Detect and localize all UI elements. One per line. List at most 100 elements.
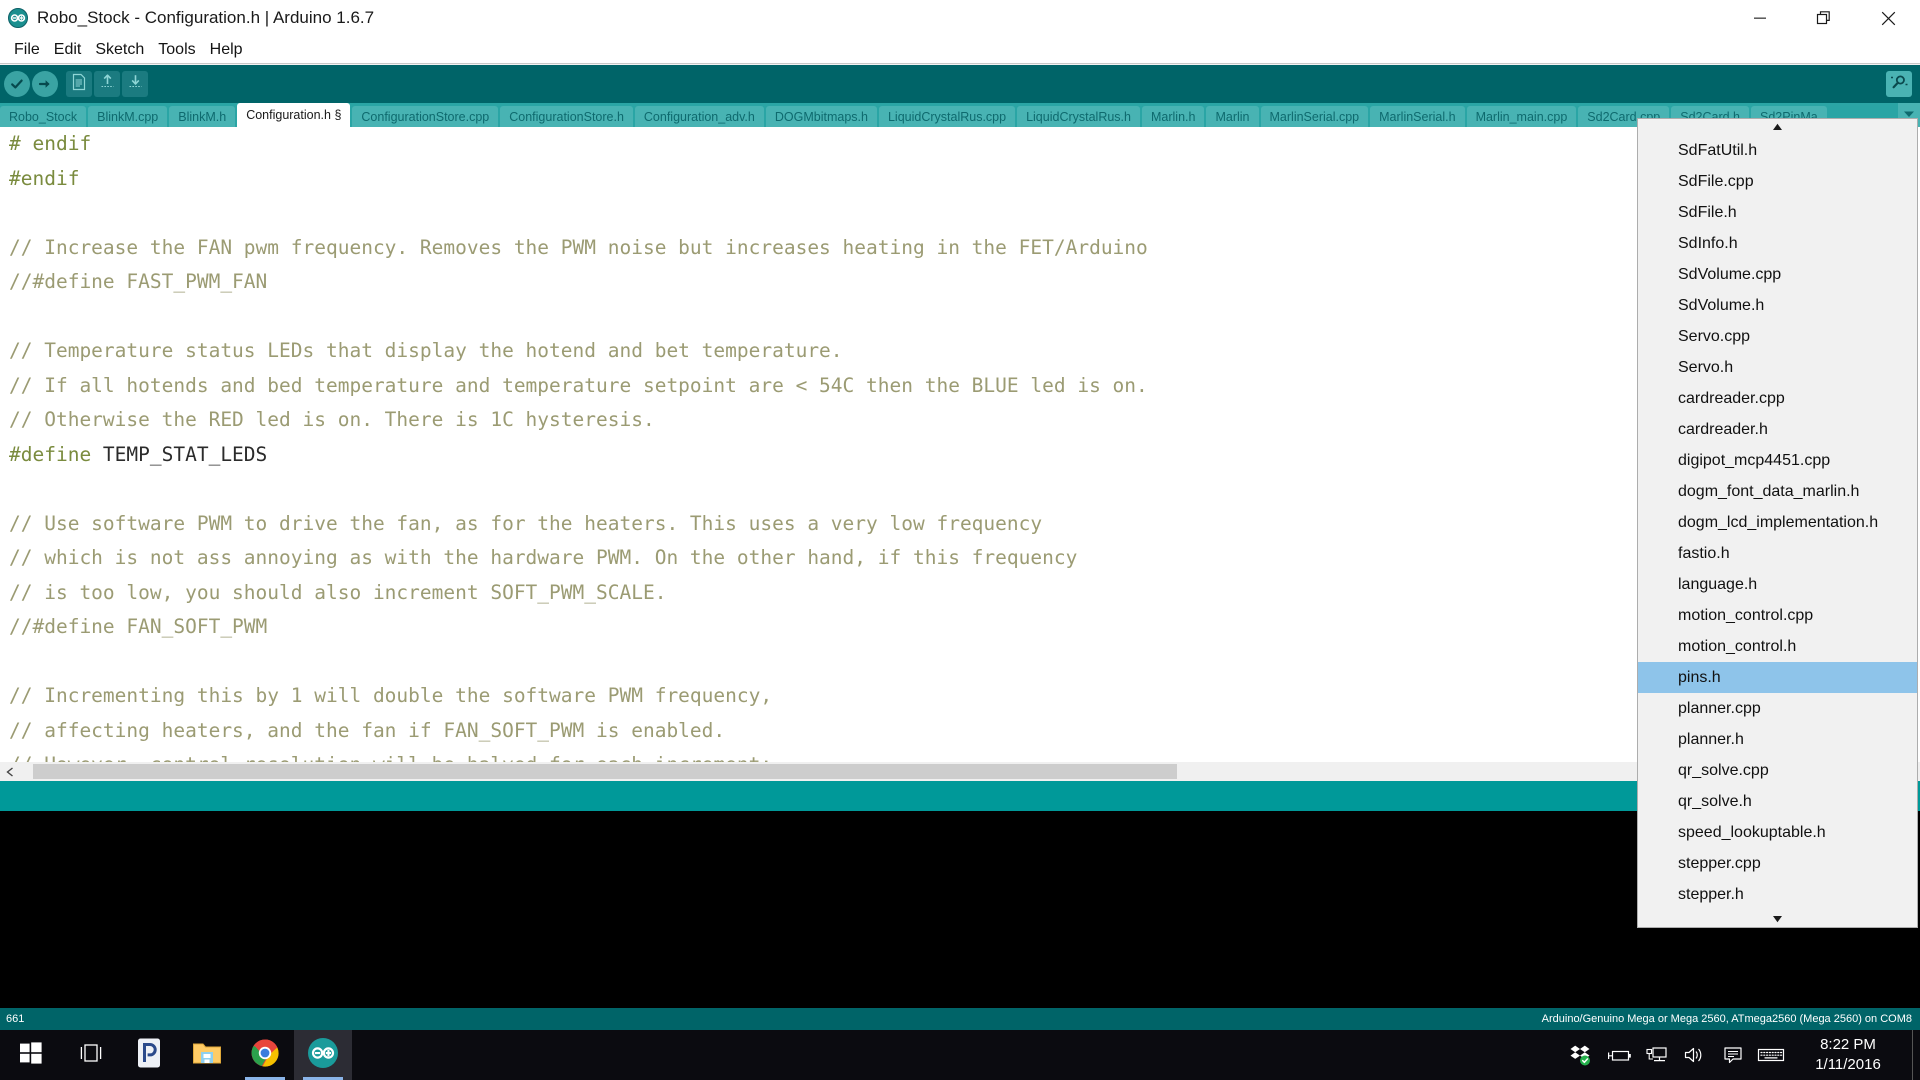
- editor-tab-liquidcrystalrus-h[interactable]: LiquidCrystalRus.h: [1017, 106, 1140, 127]
- dropdown-item-sdvolume-cpp[interactable]: SdVolume.cpp: [1638, 259, 1917, 290]
- editor-tab-marlinserial-cpp[interactable]: MarlinSerial.cpp: [1260, 106, 1369, 127]
- menu-help[interactable]: Help: [203, 39, 250, 61]
- dropbox-icon[interactable]: [1562, 1030, 1600, 1080]
- editor-tab-blinkm-cpp[interactable]: BlinkM.cpp: [88, 106, 168, 127]
- menu-edit[interactable]: Edit: [47, 39, 89, 61]
- keyboard-icon[interactable]: [1752, 1030, 1790, 1080]
- code-token: // Incrementing this by 1 will double th…: [9, 684, 773, 707]
- dropdown-item-dogm-lcd-implementation-h[interactable]: dogm_lcd_implementation.h: [1638, 507, 1917, 538]
- task-view-button[interactable]: [62, 1030, 120, 1080]
- editor-tab-configurationstore-cpp[interactable]: ConfigurationStore.cpp: [352, 106, 499, 127]
- menu-file[interactable]: File: [7, 39, 47, 61]
- dropdown-item-sdfatutil-h[interactable]: SdFatUtil.h: [1638, 135, 1917, 166]
- code-editor[interactable]: # endif #endif // Increase the FAN pwm fr…: [0, 127, 1920, 767]
- verify-button[interactable]: [4, 71, 30, 97]
- dropdown-item-label: SdInfo.h: [1678, 234, 1738, 252]
- dropdown-item-fastio-h[interactable]: fastio.h: [1638, 538, 1917, 569]
- close-button[interactable]: [1856, 0, 1920, 36]
- dropdown-item-label: motion_control.h: [1678, 637, 1797, 655]
- tab-label: MarlinSerial.h: [1379, 109, 1456, 124]
- editor-tab-blinkm-h[interactable]: BlinkM.h: [169, 106, 236, 127]
- dropdown-file-list: SdFatUtil.h SdFile.cpp SdFile.h SdInfo.h SdV…: [1638, 135, 1917, 911]
- serial-monitor-button[interactable]: [1886, 71, 1912, 97]
- dropdown-scroll-up-button[interactable]: [1638, 119, 1917, 135]
- tab-file-dropdown[interactable]: SdFatUtil.h SdFile.cpp SdFile.h SdInfo.h SdV…: [1637, 118, 1918, 928]
- dropdown-item-label: speed_lookuptable.h: [1678, 823, 1826, 841]
- dropdown-item-label: digipot_mcp4451.cpp: [1678, 451, 1831, 469]
- dropdown-item-servo-cpp[interactable]: Servo.cpp: [1638, 321, 1917, 352]
- dropdown-item-motion-control-h[interactable]: motion_control.h: [1638, 631, 1917, 662]
- scrollbar-thumb[interactable]: [33, 764, 1177, 779]
- dropdown-item-planner-h[interactable]: planner.h: [1638, 724, 1917, 755]
- dropdown-item-motion-control-cpp[interactable]: motion_control.cpp: [1638, 600, 1917, 631]
- dropdown-item-servo-h[interactable]: Servo.h: [1638, 352, 1917, 383]
- new-sketch-button[interactable]: [66, 71, 92, 97]
- dropdown-item-pins-h[interactable]: pins.h: [1638, 662, 1917, 693]
- code-line: //#define FAST_PWM_FAN: [9, 265, 1148, 300]
- maximize-restore-button[interactable]: [1792, 0, 1856, 36]
- action-center-icon[interactable]: [1714, 1030, 1752, 1080]
- dropdown-item-label: qr_solve.h: [1678, 792, 1752, 810]
- dropdown-item-cardreader-cpp[interactable]: cardreader.cpp: [1638, 383, 1917, 414]
- editor-tab-marlin-main-cpp[interactable]: Marlin_main.cpp: [1466, 106, 1577, 127]
- open-sketch-button[interactable]: [94, 71, 120, 97]
- editor-tab-dogmbitmaps-h[interactable]: DOGMbitmaps.h: [765, 106, 877, 127]
- dropdown-item-speed-lookuptable-h[interactable]: speed_lookuptable.h: [1638, 817, 1917, 848]
- editor-tab-liquidcrystalrus-cpp[interactable]: LiquidCrystalRus.cpp: [878, 106, 1016, 127]
- dropdown-item-planner-cpp[interactable]: planner.cpp: [1638, 693, 1917, 724]
- editor-horizontal-scrollbar[interactable]: [0, 762, 1920, 781]
- dropdown-item-label: Servo.h: [1678, 358, 1734, 376]
- editor-tab-configuration-adv-h[interactable]: Configuration_adv.h: [634, 106, 764, 127]
- dropdown-item-digipot-mcp4451-cpp[interactable]: digipot_mcp4451.cpp: [1638, 445, 1917, 476]
- tab-label: Marlin_main.cpp: [1475, 109, 1568, 124]
- dropdown-item-language-h[interactable]: language.h: [1638, 569, 1917, 600]
- editor-tab-robo-stock[interactable]: Robo_Stock: [0, 106, 87, 127]
- menu-tools[interactable]: Tools: [151, 39, 202, 61]
- volume-icon[interactable]: [1676, 1030, 1714, 1080]
- dropdown-item-label: SdFile.cpp: [1678, 172, 1754, 190]
- taskbar-clock-date[interactable]: 1/11/2016: [1798, 1056, 1898, 1073]
- dropdown-item-cardreader-h[interactable]: cardreader.h: [1638, 414, 1917, 445]
- dropdown-item-qr-solve-cpp[interactable]: qr_solve.cpp: [1638, 755, 1917, 786]
- show-desktop-button[interactable]: [1912, 1030, 1920, 1080]
- board-info-label: Arduino/Genuino Mega or Mega 2560, ATmeg…: [1541, 1013, 1912, 1025]
- editor-tab-marlinserial-h[interactable]: MarlinSerial.h: [1370, 106, 1465, 127]
- dropdown-scroll-down-button[interactable]: [1638, 911, 1917, 927]
- magnifier-icon: [1890, 73, 1908, 96]
- upload-button[interactable]: [32, 71, 58, 97]
- open-folder-icon: [99, 73, 116, 96]
- scroll-left-button[interactable]: [0, 762, 19, 781]
- minimize-button[interactable]: [1728, 0, 1792, 36]
- dropdown-item-dogm-font-data-marlin-h[interactable]: dogm_font_data_marlin.h: [1638, 476, 1917, 507]
- dropdown-item-label: stepper.cpp: [1678, 854, 1761, 872]
- save-sketch-button[interactable]: [122, 71, 148, 97]
- network-icon[interactable]: [1638, 1030, 1676, 1080]
- code-token: // Increase the FAN pwm frequency. Remov…: [9, 235, 1148, 259]
- dropdown-item-sdvolume-h[interactable]: SdVolume.h: [1638, 290, 1917, 321]
- editor-tab-bar: Robo_Stock BlinkM.cpp BlinkM.h Configuratio…: [0, 103, 1920, 127]
- taskbar-item-arduino[interactable]: [294, 1030, 352, 1080]
- battery-icon[interactable]: [1600, 1030, 1638, 1080]
- editor-tab-marlin[interactable]: Marlin: [1206, 106, 1259, 127]
- start-button[interactable]: [0, 1030, 62, 1080]
- dropdown-item-stepper-h[interactable]: stepper.h: [1638, 879, 1917, 910]
- code-line: // Temperature status LEDs that display …: [9, 334, 1148, 369]
- taskbar-clock-time[interactable]: 8:22 PM: [1798, 1036, 1898, 1053]
- editor-tab-configurationstore-h[interactable]: ConfigurationStore.h: [500, 106, 633, 127]
- tab-label: DOGMbitmaps.h: [774, 109, 868, 124]
- taskbar-item-file-explorer[interactable]: [178, 1030, 236, 1080]
- taskbar-item-chrome[interactable]: [236, 1030, 294, 1080]
- editor-tab-marlin-h[interactable]: Marlin.h: [1142, 106, 1205, 127]
- code-token: // Temperature status LEDs that display …: [9, 339, 843, 362]
- tab-label: MarlinSerial.cpp: [1269, 109, 1360, 124]
- menu-sketch[interactable]: Sketch: [88, 39, 151, 61]
- taskbar-item-pandora[interactable]: [120, 1030, 178, 1080]
- dropdown-item-sdfile-h[interactable]: SdFile.h: [1638, 197, 1917, 228]
- dropdown-item-sdfile-cpp[interactable]: SdFile.cpp: [1638, 166, 1917, 197]
- arduino-infinity-icon: [8, 8, 28, 28]
- dropdown-item-sdinfo-h[interactable]: SdInfo.h: [1638, 228, 1917, 259]
- dropdown-item-stepper-cpp[interactable]: stepper.cpp: [1638, 848, 1917, 879]
- dropdown-item-qr-solve-h[interactable]: qr_solve.h: [1638, 786, 1917, 817]
- editor-tab-configuration-h[interactable]: Configuration.h §: [237, 103, 351, 127]
